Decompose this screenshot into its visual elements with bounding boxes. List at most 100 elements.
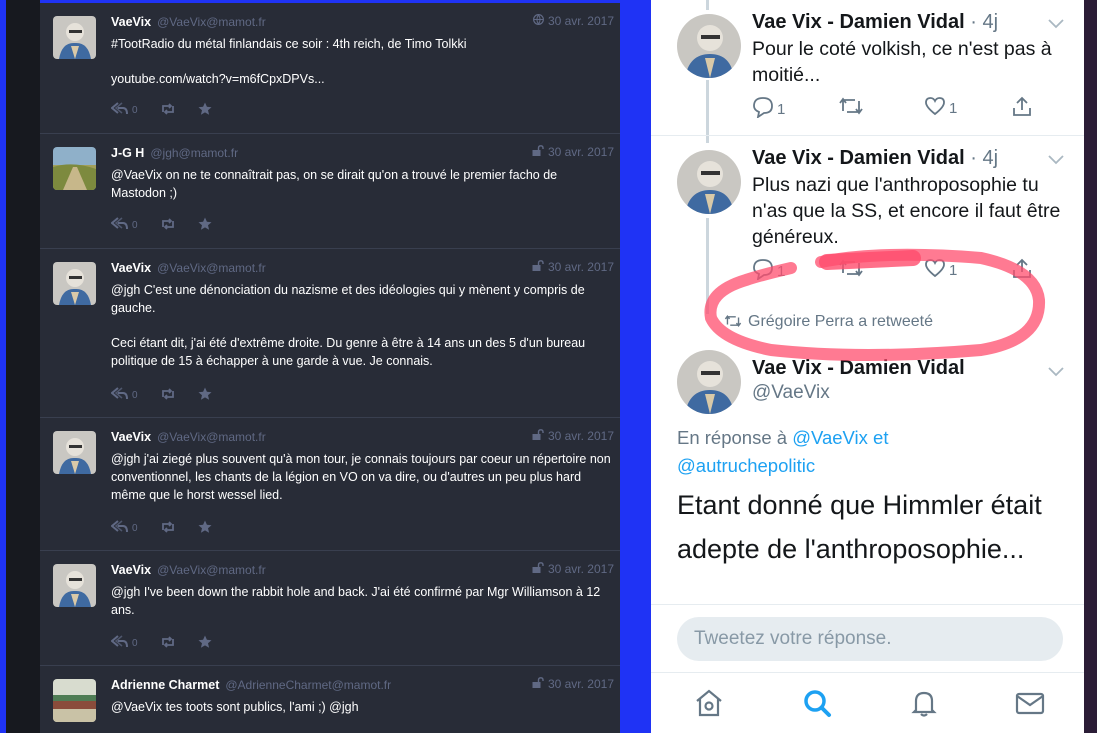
display-name[interactable]: Adrienne Charmet xyxy=(111,678,219,692)
toot-link[interactable]: youtube.com/watch?v=m6fCpxDPVs... xyxy=(111,70,614,88)
account-handle[interactable]: @VaeVix@mamot.fr xyxy=(157,563,266,577)
chevron-down-icon[interactable] xyxy=(1048,152,1064,168)
timestamp-text: 30 avr. 2017 xyxy=(547,429,614,443)
reply-button[interactable]: 0 xyxy=(110,102,138,118)
reply-button[interactable]: 1 xyxy=(752,258,785,284)
timestamp[interactable]: 30 avr. 2017 xyxy=(532,429,614,443)
search-icon[interactable] xyxy=(800,686,834,720)
timestamp[interactable]: 30 avr. 2017 xyxy=(532,562,614,576)
reply-button[interactable]: 1 xyxy=(752,96,785,122)
timestamp[interactable]: 30 avr. 2017 xyxy=(532,145,614,159)
display-name[interactable]: VaeVix xyxy=(111,430,151,444)
star-icon xyxy=(198,102,212,119)
tweet-author[interactable]: Vae Vix - Damien Vidal · 4j xyxy=(752,11,998,34)
retweet-icon xyxy=(838,96,864,120)
account-handle[interactable]: @AdrienneCharmet@mamot.fr xyxy=(225,678,391,692)
chevron-down-icon[interactable] xyxy=(1048,16,1064,32)
toot-paragraph: #TootRadio du métal finlandais ce soir :… xyxy=(111,37,467,51)
toot-actions: 0 xyxy=(110,635,234,652)
avatar[interactable] xyxy=(53,679,96,722)
timestamp[interactable]: 30 avr. 2017 xyxy=(532,677,614,691)
bottom-tab-bar xyxy=(651,672,1084,733)
tweet-author[interactable]: Vae Vix - Damien Vidal xyxy=(752,357,965,380)
retweet-small-icon xyxy=(724,313,748,330)
like-button[interactable]: 1 xyxy=(924,96,957,120)
timestamp[interactable]: 30 avr. 2017 xyxy=(532,14,614,28)
timestamp[interactable]: 30 avr. 2017 xyxy=(532,260,614,274)
author-name: Vae Vix - Damien Vidal xyxy=(752,11,965,33)
share-button[interactable] xyxy=(1011,96,1033,122)
boost-button[interactable] xyxy=(160,635,176,651)
thread-line xyxy=(706,0,709,10)
reply-input[interactable]: Tweetez votre réponse. xyxy=(677,617,1063,661)
tweet-author[interactable]: Vae Vix - Damien Vidal · 4j xyxy=(752,147,998,170)
mastodon-timeline-column: VaeVix @VaeVix@mamot.fr 30 avr. 2017 #Too… xyxy=(40,3,620,733)
reply-button[interactable]: 0 xyxy=(110,387,138,403)
reply-button[interactable]: 0 xyxy=(110,520,138,536)
avatar[interactable] xyxy=(53,431,96,474)
reply-count: 0 xyxy=(132,219,138,231)
avatar[interactable] xyxy=(677,350,741,414)
account-handle[interactable]: @VaeVix@mamot.fr xyxy=(157,15,266,29)
author-name: Vae Vix - Damien Vidal xyxy=(752,147,965,169)
star-icon xyxy=(198,520,212,537)
account-handle[interactable]: @jgh@mamot.fr xyxy=(150,146,238,160)
tweet-handle[interactable]: @VaeVix xyxy=(752,382,830,404)
boost-button[interactable] xyxy=(160,520,176,536)
messages-envelope-icon[interactable] xyxy=(1013,686,1047,720)
account-handle[interactable]: @VaeVix@mamot.fr xyxy=(157,430,266,444)
timestamp-text: 30 avr. 2017 xyxy=(547,260,614,274)
favourite-button[interactable] xyxy=(198,217,212,234)
favourite-button[interactable] xyxy=(198,387,212,404)
chevron-down-icon[interactable] xyxy=(1048,364,1064,380)
display-name[interactable]: VaeVix xyxy=(111,15,151,29)
unlock-icon xyxy=(532,562,544,576)
mention-link[interactable]: @autruchepolitic xyxy=(677,455,815,476)
avatar[interactable] xyxy=(53,147,96,190)
toot-content: @VaeVix tes toots sont publics, l'ami ;)… xyxy=(111,698,614,733)
boost-button[interactable] xyxy=(160,387,176,403)
mention-link[interactable]: @VaeVix xyxy=(792,427,868,448)
toot-content: @jgh C'est une dénonciation du nazisme e… xyxy=(111,281,614,387)
display-name[interactable]: VaeVix xyxy=(111,261,151,275)
toot[interactable]: VaeVix @VaeVix@mamot.fr 30 avr. 2017 @jgh… xyxy=(40,551,620,666)
tweet-age: · 4j xyxy=(970,11,999,33)
share-button[interactable] xyxy=(1011,258,1033,284)
reply-button[interactable]: 0 xyxy=(110,635,138,651)
star-icon xyxy=(198,387,212,404)
toot[interactable]: VaeVix @VaeVix@mamot.fr 30 avr. 2017 @jgh… xyxy=(40,249,620,418)
notifications-bell-icon[interactable] xyxy=(907,686,941,720)
avatar[interactable] xyxy=(53,16,96,59)
toot[interactable]: VaeVix @VaeVix@mamot.fr 30 avr. 2017 @jgh… xyxy=(40,418,620,551)
toot[interactable]: VaeVix @VaeVix@mamot.fr 30 avr. 2017 #Too… xyxy=(40,3,620,134)
reply-count: 0 xyxy=(132,637,138,649)
thread-line xyxy=(706,218,709,314)
toot[interactable]: J-G H @jgh@mamot.fr 30 avr. 2017 @VaeVix … xyxy=(40,134,620,249)
toot[interactable]: Adrienne Charmet @AdrienneCharmet@mamot.f… xyxy=(40,666,620,733)
home-icon[interactable] xyxy=(692,686,726,720)
account-handle[interactable]: @VaeVix@mamot.fr xyxy=(157,261,266,275)
twitter-panel: Vae Vix - Damien Vidal · 4j Pour le coté… xyxy=(651,0,1084,733)
favourite-button[interactable] xyxy=(198,520,212,537)
avatar[interactable] xyxy=(677,150,741,214)
avatar[interactable] xyxy=(53,262,96,305)
retweet-button[interactable] xyxy=(838,96,864,120)
boost-icon xyxy=(160,217,176,233)
favourite-button[interactable] xyxy=(198,635,212,652)
retweet-button[interactable] xyxy=(838,258,864,282)
mastodon-sidebar-rail xyxy=(0,0,40,733)
like-button[interactable]: 1 xyxy=(924,258,957,282)
boost-button[interactable] xyxy=(160,102,176,118)
boost-icon xyxy=(160,387,176,403)
avatar[interactable] xyxy=(677,14,741,78)
boost-button[interactable] xyxy=(160,217,176,233)
retweeted-banner[interactable]: Grégoire Perra a retweeté xyxy=(724,313,933,331)
like-count: 1 xyxy=(949,261,958,279)
display-name[interactable]: VaeVix xyxy=(111,563,151,577)
avatar[interactable] xyxy=(53,564,96,607)
display-name[interactable]: J-G H xyxy=(111,146,144,160)
tweet-age: · 4j xyxy=(970,147,999,169)
reply-button[interactable]: 0 xyxy=(110,217,138,233)
favourite-button[interactable] xyxy=(198,102,212,119)
reply-count: 0 xyxy=(132,389,138,401)
